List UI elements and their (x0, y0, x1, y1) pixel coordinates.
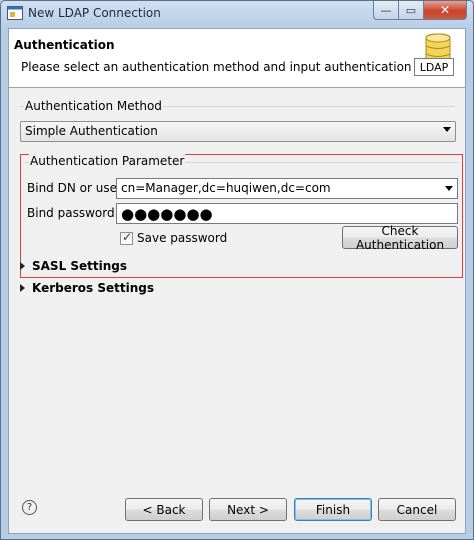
sasl-settings-section[interactable]: SASL Settings (20, 259, 127, 273)
minimize-button[interactable]: — (373, 1, 399, 20)
bind-dn-combo[interactable]: cn=Manager,dc=huqiwen,dc=com (116, 178, 458, 199)
help-icon[interactable]: ? (22, 500, 37, 515)
bind-password-mask: ●●●●●●● (121, 205, 213, 223)
check-authentication-button[interactable]: Check Authentication (342, 224, 458, 252)
ldap-label: LDAP (414, 58, 454, 76)
window-controls: — ▭ ✕ (373, 1, 467, 20)
authentication-method-select[interactable]: Simple Authentication (20, 121, 456, 142)
window-title: New LDAP Connection (28, 6, 161, 20)
sasl-settings-label: SASL Settings (32, 259, 128, 273)
kerberos-settings-label: Kerberos Settings (32, 281, 154, 295)
app-window-icon (7, 6, 23, 20)
ldap-database-icon: LDAP (412, 32, 456, 84)
close-button[interactable]: ✕ (424, 1, 467, 20)
save-password-checkbox[interactable]: ✓ (120, 230, 133, 245)
expand-triangle-icon (20, 284, 25, 292)
bind-dn-value: cn=Manager,dc=huqiwen,dc=com (121, 181, 331, 195)
page-title: Authentication (14, 38, 115, 52)
dialog-window: New LDAP Connection — ▭ ✕ Authentication… (0, 0, 474, 540)
title-bar[interactable]: New LDAP Connection — ▭ ✕ (1, 1, 473, 26)
authentication-method-group: Authentication Method Simple Authenticat… (20, 99, 456, 148)
page-description: Please select an authentication method a… (21, 60, 447, 74)
back-button[interactable]: < Back (125, 498, 203, 521)
maximize-button[interactable]: ▭ (399, 1, 424, 20)
cancel-button-label: Cancel (396, 502, 438, 517)
bind-password-input[interactable]: ●●●●●●● (116, 203, 458, 224)
back-button-label: < Back (142, 502, 186, 517)
finish-button[interactable]: Finish (294, 498, 372, 521)
bind-password-label: Bind password: (27, 206, 119, 220)
authentication-method-value: Simple Authentication (25, 124, 158, 138)
expand-triangle-icon (20, 262, 25, 270)
authentication-method-label: Authentication Method (24, 99, 163, 113)
checkmark-icon: ✓ (122, 230, 133, 244)
save-password-label[interactable]: Save password (137, 231, 227, 245)
next-button-label: Next > (227, 502, 269, 517)
bind-dn-label: Bind DN or user: (27, 181, 126, 195)
wizard-banner: Authentication Please select an authenti… (9, 29, 465, 88)
authentication-parameter-label: Authentication Parameter (29, 154, 186, 168)
dialog-client-area: Authentication Please select an authenti… (8, 28, 466, 534)
dropdown-arrow-icon (443, 127, 451, 132)
kerberos-settings-section[interactable]: Kerberos Settings (20, 281, 154, 295)
finish-button-label: Finish (315, 502, 351, 517)
cancel-button[interactable]: Cancel (378, 498, 456, 521)
next-button[interactable]: Next > (209, 498, 287, 521)
dropdown-arrow-icon (445, 186, 453, 191)
